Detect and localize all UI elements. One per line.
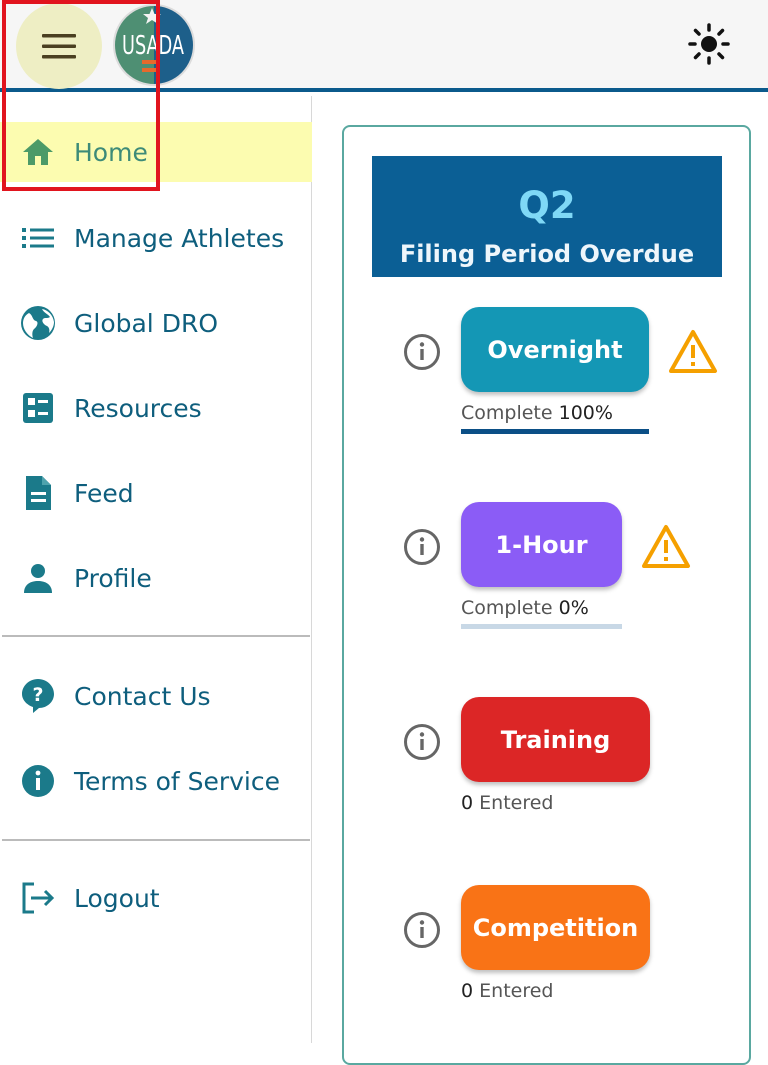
sidebar-item-resources[interactable]: Resources [0,378,312,438]
sidebar-item-logout[interactable]: Logout [0,868,312,928]
person-icon [19,559,57,597]
sidebar-item-label: Manage Athletes [74,223,285,253]
sidebar-item-profile[interactable]: Profile [0,548,312,608]
hamburger-icon [42,34,76,59]
sidebar-item-global-dro[interactable]: Global DRO [0,293,312,353]
menu-button[interactable] [16,3,102,89]
quarter-label: Q2 [518,184,576,227]
competition-entries: 0 Entered [461,980,554,1002]
training-entries: 0 Entered [461,792,554,814]
info-outline-icon[interactable] [403,723,441,761]
help-icon: ? [19,677,57,715]
logo-text: USADA [122,31,184,61]
info-outline-icon[interactable] [403,528,441,566]
resources-icon [19,389,57,427]
svg-text:?: ? [32,684,43,706]
training-tile-button[interactable]: Training [461,697,650,782]
warning-icon [669,330,717,373]
sidebar-item-label: Terms of Service [74,766,281,796]
sidebar-item-label: Contact Us [74,681,211,711]
sidebar-item-feed[interactable]: Feed [0,463,312,523]
overnight-completion: Complete 100% [461,402,613,424]
filing-status: Filing Period Overdue [399,240,695,268]
overnight-progress-fill [461,429,649,434]
one-hour-completion: Complete 0% [461,597,589,619]
overnight-tile-button[interactable]: Overnight [461,307,649,392]
overnight-progress-track [461,429,649,434]
info-outline-icon[interactable] [403,333,441,371]
sidebar-item-label: Resources [74,393,202,423]
document-icon [19,474,57,512]
sun-icon [688,23,730,65]
sidebar-item-label: Feed [74,478,134,508]
globe-icon [19,304,57,342]
sidebar-nav: Home Manage Athletes Global DRO Resource… [0,96,312,1043]
competition-tile-button[interactable]: Competition [461,885,650,970]
logout-icon [19,879,57,917]
sidebar-item-label: Logout [74,883,160,913]
app-header: USADA [0,0,768,92]
list-icon [19,219,57,257]
sidebar-item-manage-athletes[interactable]: Manage Athletes [0,208,312,268]
one-hour-tile-button[interactable]: 1-Hour [461,502,622,587]
warning-icon [642,525,690,568]
sidebar-divider [2,635,310,637]
sidebar-item-terms-of-service[interactable]: Terms of Service [0,751,312,811]
sidebar-item-contact-us[interactable]: ? Contact Us [0,666,312,726]
sidebar-item-home[interactable]: Home [0,122,312,182]
theme-toggle-button[interactable] [686,21,732,67]
info-outline-icon[interactable] [403,911,441,949]
sidebar-item-label: Global DRO [74,308,218,338]
sidebar-item-label: Profile [74,563,152,593]
usada-logo[interactable]: USADA [111,2,197,88]
sidebar-item-label: Home [74,137,148,167]
one-hour-progress-track [461,624,622,629]
filing-period-banner: Q2 Filing Period Overdue [372,156,722,277]
sidebar-divider [2,839,310,841]
home-icon [19,133,57,171]
info-icon [19,762,57,800]
